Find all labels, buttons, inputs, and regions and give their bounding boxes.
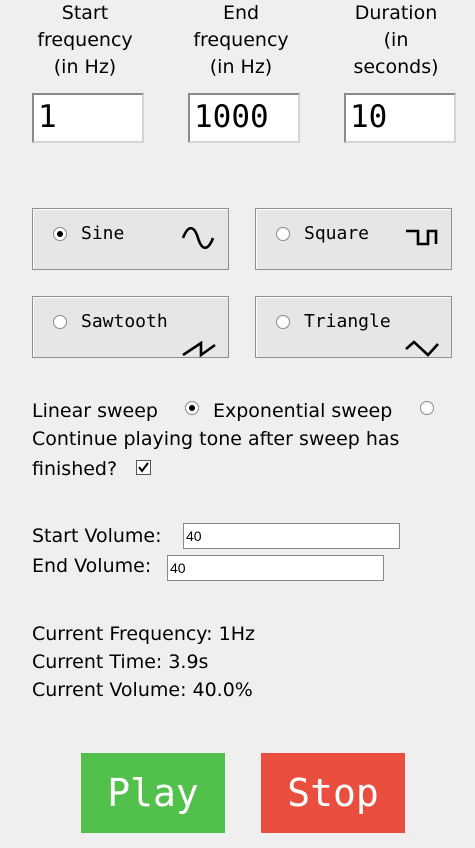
square-label: Square — [304, 223, 370, 244]
start-frequency-header: Start frequency (in Hz) — [37, 2, 133, 78]
sine-wave-icon — [181, 227, 215, 249]
triangle-label: Triangle — [304, 311, 391, 332]
start-volume-label: Start Volume: — [32, 525, 162, 547]
play-button[interactable]: Play — [81, 753, 225, 833]
start-frequency-input[interactable]: 1 — [32, 93, 144, 143]
start-volume-input[interactable]: 40 — [183, 523, 400, 549]
continue-playing-label: Continue playing tone after sweep has — [32, 428, 400, 450]
current-volume: Current Volume: 40.0% — [32, 679, 253, 701]
sine-radio[interactable] — [53, 227, 67, 241]
triangle-wave-icon — [405, 340, 439, 357]
duration-header: Duration (in seconds) — [353, 2, 439, 78]
exponential-sweep-radio[interactable] — [420, 401, 434, 415]
sawtooth-button[interactable]: Sawtooth — [32, 296, 229, 358]
end-volume-label: End Volume: — [32, 555, 152, 577]
sawtooth-radio[interactable] — [53, 315, 67, 329]
end-volume-input[interactable]: 40 — [167, 555, 384, 581]
triangle-button[interactable]: Triangle — [255, 296, 452, 358]
current-time: Current Time: 3.9s — [32, 651, 209, 673]
checkmark-icon — [138, 462, 149, 473]
end-frequency-header: End frequency (in Hz) — [193, 2, 289, 78]
sine-button[interactable]: Sine — [32, 208, 229, 270]
sawtooth-label: Sawtooth — [81, 311, 168, 332]
end-frequency-input[interactable]: 1000 — [188, 93, 300, 143]
duration-input[interactable]: 10 — [344, 93, 456, 143]
square-button[interactable]: Square — [255, 208, 452, 270]
sine-label: Sine — [81, 223, 125, 244]
exponential-sweep-label: Exponential sweep — [213, 400, 393, 422]
current-frequency: Current Frequency: 1Hz — [32, 623, 255, 645]
stop-button[interactable]: Stop — [261, 753, 405, 833]
square-radio[interactable] — [276, 227, 290, 241]
square-wave-icon — [406, 229, 438, 246]
continue-playing-label-end: finished? — [32, 458, 118, 480]
continue-playing-checkbox[interactable] — [136, 460, 151, 475]
triangle-radio[interactable] — [276, 315, 290, 329]
sawtooth-wave-icon — [182, 340, 216, 358]
linear-sweep-radio[interactable] — [185, 401, 199, 415]
linear-sweep-label: Linear sweep — [32, 400, 158, 422]
